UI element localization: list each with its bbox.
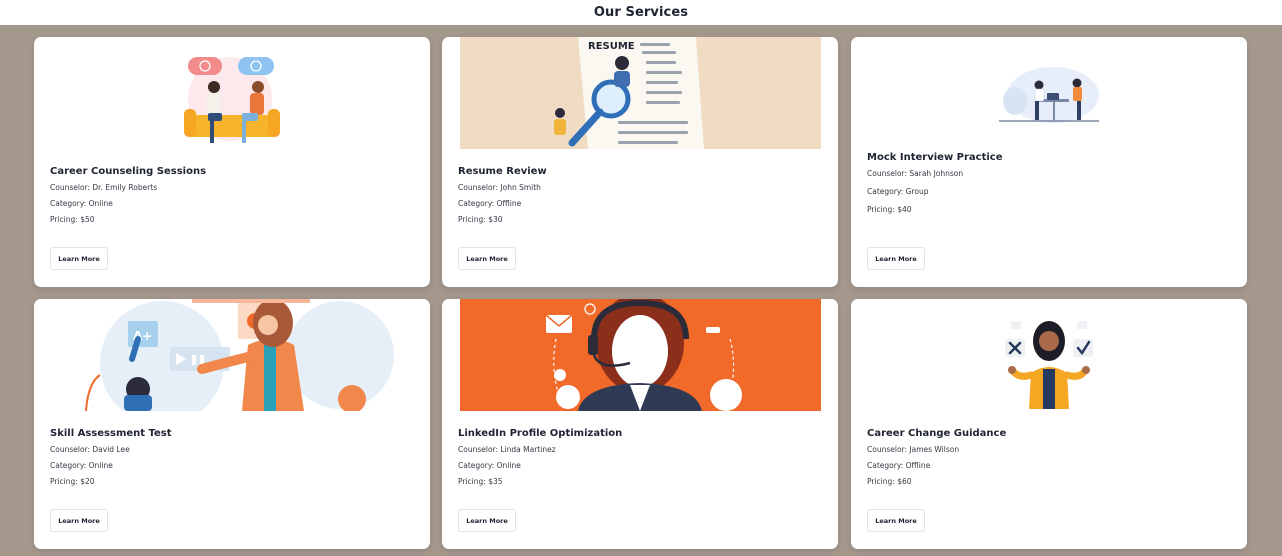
service-pricing: Pricing: $20: [50, 477, 95, 486]
service-card-career-change: Career Change Guidance Counselor: James …: [851, 299, 1247, 549]
service-title: Resume Review: [458, 166, 547, 177]
learn-more-button[interactable]: Learn More: [50, 509, 108, 532]
banner-resume-text: RESUME: [588, 41, 635, 52]
service-counselor: Counselor: Sarah Johnson: [867, 169, 964, 178]
service-title: Career Change Guidance: [867, 428, 1007, 439]
learn-more-button[interactable]: Learn More: [867, 247, 925, 270]
resume-illustration: RESUME: [460, 37, 821, 149]
service-pricing: Pricing: $40: [867, 205, 912, 214]
service-category: Category: Group: [867, 187, 929, 196]
learn-more-button[interactable]: Learn More: [867, 509, 925, 532]
counseling-illustration: [184, 57, 280, 143]
page-title: Our Services: [593, 5, 689, 20]
service-counselor: Counselor: David Lee: [50, 445, 130, 454]
service-card-mock-interview: Mock Interview Practice Counselor: Sarah…: [851, 37, 1247, 287]
service-category: Category: Online: [458, 461, 521, 470]
learn-more-button[interactable]: Learn More: [458, 509, 516, 532]
service-counselor: Counselor: James Wilson: [867, 445, 960, 454]
service-counselor: Counselor: Dr. Emily Roberts: [50, 183, 158, 192]
service-counselor: Counselor: Linda Martinez: [458, 445, 556, 454]
service-pricing: Pricing: $30: [458, 215, 503, 224]
service-card-skill-assessment: A+ Skill Assessment Test Counselor: Davi…: [34, 299, 430, 549]
service-category: Category: Online: [50, 199, 113, 208]
service-card-resume-review: RESUME Resume Review Counselor: John Smi…: [442, 37, 838, 287]
service-category: Category: Online: [50, 461, 113, 470]
service-card-career-counseling: Career Counseling Sessions Counselor: Dr…: [34, 37, 430, 287]
service-pricing: Pricing: $50: [50, 215, 95, 224]
interview-illustration: [999, 67, 1099, 123]
service-title: Career Counseling Sessions: [50, 166, 207, 177]
service-category: Category: Offline: [867, 461, 931, 470]
career-change-illustration: [1005, 321, 1093, 409]
service-title: Skill Assessment Test: [50, 428, 172, 439]
service-card-linkedin-optimization: LinkedIn Profile Optimization Counselor:…: [442, 299, 838, 549]
service-pricing: Pricing: $35: [458, 477, 503, 486]
service-title: Mock Interview Practice: [867, 152, 1003, 163]
service-title: LinkedIn Profile Optimization: [458, 428, 623, 439]
service-pricing: Pricing: $60: [867, 477, 912, 486]
assessment-illustration: A+: [85, 299, 394, 411]
headset-support-illustration: [460, 299, 821, 411]
service-category: Category: Offline: [458, 199, 522, 208]
learn-more-button[interactable]: Learn More: [50, 247, 108, 270]
service-counselor: Counselor: John Smith: [458, 183, 541, 192]
learn-more-button[interactable]: Learn More: [458, 247, 516, 270]
page-header: Our Services: [0, 0, 1282, 25]
